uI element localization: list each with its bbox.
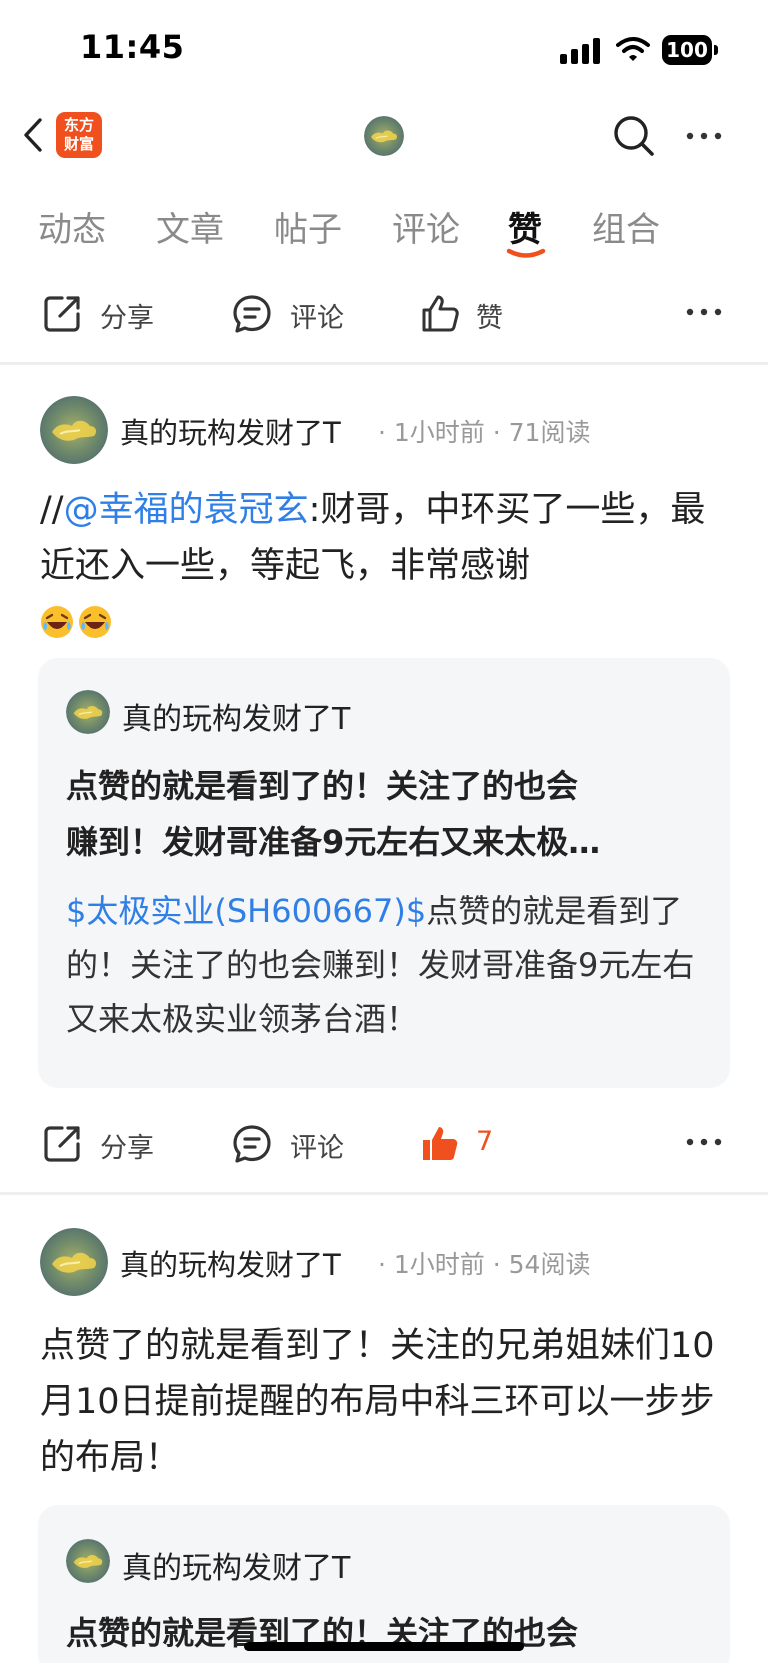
quote-title-line1: 点赞的就是看到了的！关注了的也会: [66, 767, 579, 805]
comment-label: 评论: [290, 1133, 344, 1164]
more-icon[interactable]: [684, 124, 724, 148]
share-icon: [40, 292, 84, 336]
tab-dynamics[interactable]: 动态: [38, 202, 106, 251]
like-count: 7: [476, 1126, 494, 1157]
laughing-emoji-icon: [78, 605, 112, 639]
thumbs-up-icon: [418, 292, 462, 336]
wifi-icon: [616, 37, 650, 61]
tab-articles[interactable]: 文章: [156, 202, 224, 251]
post-body[interactable]: 点赞了的就是看到了！关注的兄弟姐妹们10月10日提前提醒的布局中科三环可以一步步…: [40, 1318, 730, 1486]
quote-title: 点赞的就是看到了的！关注了的也会: [66, 1605, 706, 1661]
tab-posts[interactable]: 帖子: [274, 202, 342, 251]
comment-label: 评论: [290, 303, 344, 334]
top-action-bar: 分享 评论 赞: [0, 272, 768, 352]
quote-body: $太极实业(SH600667)$点赞的就是看到了的！关注了的也会赚到！发财哥准备…: [66, 884, 706, 1046]
battery-icon: 100: [662, 35, 718, 65]
quote-title-line2: 赚到！发财哥准备9元左右又来太极…: [66, 823, 601, 861]
post-action-bar: 分享 评论 7: [0, 1102, 768, 1182]
active-tab-indicator: [506, 248, 546, 258]
divider: [0, 362, 768, 365]
author-avatar[interactable]: [40, 1228, 108, 1296]
quote-title: 点赞的就是看到了的！关注了的也会 赚到！发财哥准备9元左右又来太极…: [66, 758, 706, 870]
quote-title-line1: 点赞的就是看到了的！关注了的也会: [66, 1614, 579, 1652]
share-icon: [40, 1122, 84, 1166]
quote-author-name: 真的玩构发财了T: [122, 1551, 351, 1586]
screen: 11:45 100 东方 财富 动态 文章 帖子 评论 赞 组合 分享 评论 赞…: [0, 0, 768, 1663]
post-meta: · 1小时前 · 71阅读: [378, 418, 591, 447]
repost-prefix: //: [40, 490, 64, 530]
logo-line1: 东方: [63, 116, 94, 134]
quote-author-avatar: [66, 1539, 110, 1583]
author-name[interactable]: 真的玩构发财了T: [120, 410, 341, 452]
status-time: 11:45: [80, 28, 185, 66]
stock-link[interactable]: $太极实业(SH600667)$: [66, 892, 426, 930]
status-bar: 11:45 100: [0, 0, 768, 100]
thumbs-up-filled-icon: [418, 1122, 462, 1166]
post-header: 真的玩构发财了T · 1小时前 · 71阅读: [0, 396, 768, 466]
nav-bar: 东方 财富: [0, 100, 768, 180]
share-label: 分享: [100, 303, 154, 334]
quoted-post-card[interactable]: 真的玩构发财了T 点赞的就是看到了的！关注了的也会: [38, 1505, 730, 1663]
logo-line2: 财富: [63, 135, 94, 153]
post-meta: · 1小时前 · 54阅读: [378, 1250, 591, 1279]
post-header: 真的玩构发财了T · 1小时前 · 54阅读: [0, 1228, 768, 1298]
share-label: 分享: [100, 1133, 154, 1164]
battery-level: 100: [666, 38, 708, 62]
tab-likes[interactable]: 赞: [508, 202, 542, 251]
author-avatar[interactable]: [40, 396, 108, 464]
app-logo[interactable]: 东方 财富: [56, 112, 102, 158]
divider: [0, 1192, 768, 1195]
tab-comments[interactable]: 评论: [392, 202, 460, 251]
post-body[interactable]: //@幸福的袁冠玄:财哥，中环买了一些，最近还入一些，等起飞，非常感谢: [40, 482, 730, 650]
laughing-emoji-icon: [40, 605, 74, 639]
more-icon[interactable]: [684, 300, 724, 324]
back-icon[interactable]: [18, 112, 48, 158]
search-icon[interactable]: [610, 112, 658, 160]
author-name[interactable]: 真的玩构发财了T: [120, 1242, 341, 1284]
like-label: 赞: [476, 303, 503, 334]
signal-icon: [560, 38, 600, 64]
header-avatar[interactable]: [364, 116, 404, 156]
home-indicator: [244, 1642, 524, 1651]
quote-author-avatar: [66, 690, 110, 734]
quote-author-name: 真的玩构发财了T: [122, 702, 351, 737]
comment-icon: [230, 1122, 274, 1166]
tab-bar: 动态 文章 帖子 评论 赞 组合: [0, 190, 768, 270]
quoted-post-card[interactable]: 真的玩构发财了T 点赞的就是看到了的！关注了的也会 赚到！发财哥准备9元左右又来…: [38, 658, 730, 1088]
comment-icon: [230, 292, 274, 336]
user-mention[interactable]: @幸福的袁冠玄: [64, 490, 309, 530]
tab-portfolio[interactable]: 组合: [592, 202, 660, 251]
more-icon[interactable]: [684, 1130, 724, 1154]
